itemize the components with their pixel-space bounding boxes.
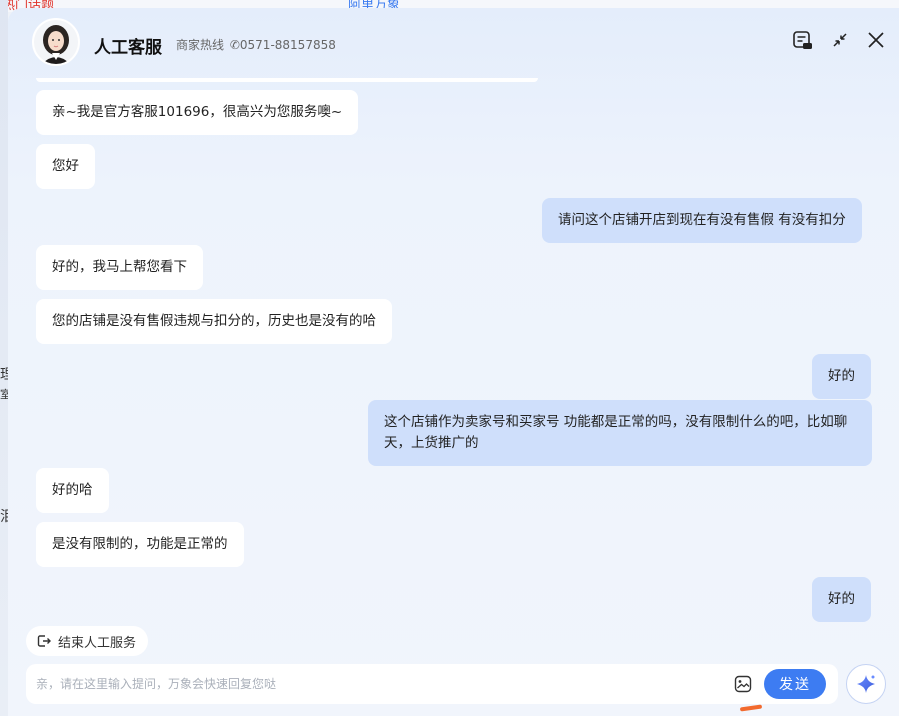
send-button[interactable]: 发送 [764, 669, 826, 699]
header-hotline: 商家热线 ✆0571-88157858 [176, 36, 336, 53]
feedback-button[interactable] [790, 28, 814, 52]
user-message: 好的 [812, 354, 871, 399]
minimize-button[interactable] [828, 28, 852, 52]
agent-message: 您好 [36, 144, 95, 189]
phone-icon: ✆ [229, 38, 240, 52]
background-side-char: 理 [0, 367, 8, 383]
header-title: 人工客服 [94, 38, 162, 58]
agent-avatar [32, 18, 80, 66]
image-upload-button[interactable] [734, 675, 752, 693]
background-side-char: 泪 [0, 509, 8, 525]
user-message: 请问这个店铺开店到现在有没有售假 有没有扣分 [542, 198, 862, 243]
exit-icon [37, 635, 51, 647]
previous-message-edge [36, 78, 538, 82]
agent-message: 是没有限制的，功能是正常的 [36, 522, 244, 567]
sparkle-icon [857, 675, 875, 693]
chat-window: 人工客服 商家热线 ✆0571-88157858 亲~我是官方客服101696，… [8, 8, 899, 716]
background-strip: 理 室 泪 [0, 0, 8, 716]
image-icon [734, 675, 752, 693]
ai-assistant-button[interactable] [846, 664, 886, 704]
agent-message: 好的，我马上帮您看下 [36, 245, 203, 290]
collapse-icon [833, 33, 847, 47]
agent-message: 您的店铺是没有售假违规与扣分的，历史也是没有的哈 [36, 299, 392, 344]
end-service-label: 结束人工服务 [58, 635, 137, 651]
agent-avatar-image [34, 20, 78, 64]
background-side-char: 室 [0, 388, 8, 401]
chat-header: 人工客服 商家热线 ✆0571-88157858 [8, 8, 899, 78]
close-button[interactable] [864, 28, 888, 52]
user-message: 好的 [812, 577, 871, 622]
feedback-icon [793, 31, 812, 49]
agent-message: 好的哈 [36, 468, 109, 513]
message-input[interactable] [36, 672, 716, 696]
message-input-bar: 发送 [26, 664, 838, 704]
user-message: 这个店铺作为卖家号和买家号 功能都是正常的吗，没有限制什么的吧，比如聊天，上货推… [368, 400, 872, 466]
close-icon [868, 32, 884, 48]
hotline-number: 0571-88157858 [239, 38, 336, 52]
message-list[interactable]: 亲~我是官方客服101696，很高兴为您服务噢~ 您好 请问这个店铺开店到现在有… [8, 78, 899, 628]
hotline-label: 商家热线 [176, 38, 225, 52]
end-service-button[interactable]: 结束人工服务 [26, 626, 149, 656]
agent-message: 亲~我是官方客服101696，很高兴为您服务噢~ [36, 90, 359, 135]
